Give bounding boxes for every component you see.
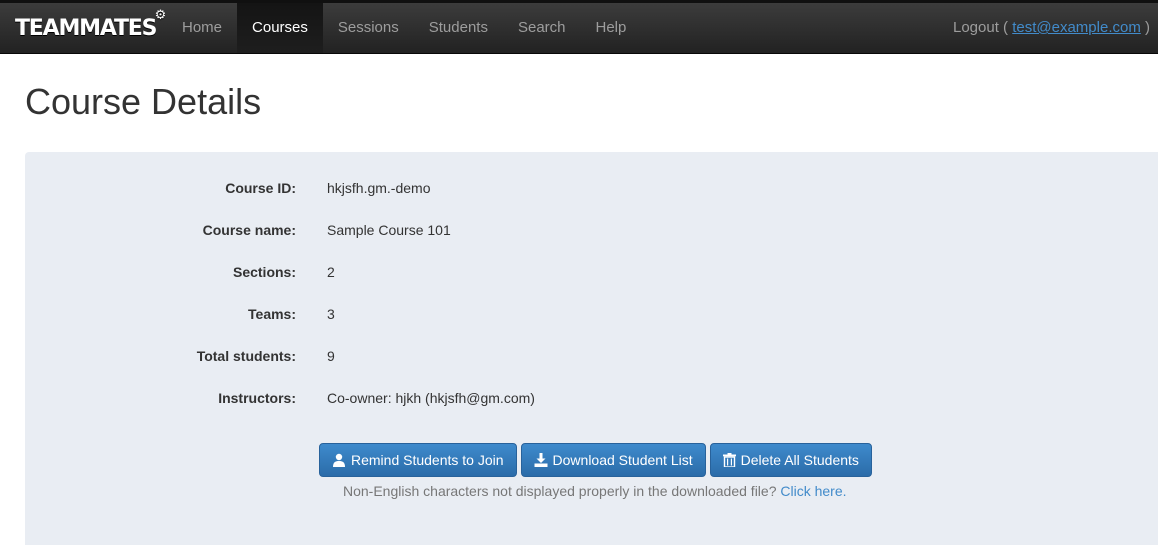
download-student-list-button[interactable]: Download Student List bbox=[520, 443, 706, 477]
download-icon bbox=[534, 453, 548, 467]
logout-link[interactable]: Logout ( bbox=[953, 19, 1008, 36]
delete-all-students-label: Delete All Students bbox=[740, 452, 859, 468]
detail-row-course-name: Course name: Sample Course 101 bbox=[25, 220, 1158, 240]
detail-label: Course ID: bbox=[225, 180, 296, 196]
detail-label: Sections: bbox=[232, 264, 296, 280]
download-student-list-label: Download Student List bbox=[552, 452, 693, 468]
remind-students-label: Remind Students to Join bbox=[351, 452, 504, 468]
nav-courses[interactable]: Courses bbox=[237, 3, 323, 53]
nav-students[interactable]: Students bbox=[414, 3, 503, 53]
nav-search[interactable]: Search bbox=[503, 3, 581, 53]
top-navbar: TEAMMATES ⚙ Home Courses Sessions Studen… bbox=[0, 0, 1158, 54]
detail-row-course-id: Course ID: hkjsfh.gm.-demo bbox=[25, 178, 1158, 198]
detail-row-instructors: Instructors: Co-owner: hjkh (hkjsfh@gm.c… bbox=[25, 388, 1158, 408]
detail-value: 3 bbox=[327, 306, 335, 322]
course-details-panel: Course ID: hkjsfh.gm.-demo Course name: … bbox=[25, 152, 1158, 545]
detail-label: Teams: bbox=[248, 306, 296, 322]
detail-value: 2 bbox=[327, 264, 335, 280]
nav-sessions[interactable]: Sessions bbox=[323, 3, 414, 53]
teammates-logo[interactable]: TEAMMATES ⚙ bbox=[15, 8, 166, 46]
page-title: Course Details bbox=[25, 81, 262, 122]
logout-suffix: ) bbox=[1145, 19, 1150, 36]
gear-icon: ⚙ bbox=[154, 8, 167, 23]
nav-home[interactable]: Home bbox=[167, 3, 237, 53]
download-help-note: Non-English characters not displayed pro… bbox=[343, 483, 847, 499]
detail-value: 9 bbox=[327, 348, 335, 364]
detail-value: hkjsfh.gm.-demo bbox=[327, 180, 431, 196]
click-here-link[interactable]: Click here. bbox=[780, 483, 846, 499]
delete-all-students-button[interactable]: Delete All Students bbox=[709, 443, 872, 477]
brand-text: TEAMMATES bbox=[15, 15, 157, 41]
detail-label: Instructors: bbox=[218, 390, 296, 406]
trash-icon bbox=[722, 453, 736, 467]
detail-row-teams: Teams: 3 bbox=[25, 304, 1158, 324]
detail-value: Co-owner: hjkh (hkjsfh@gm.com) bbox=[327, 390, 535, 406]
user-email-link[interactable]: test@example.com bbox=[1012, 19, 1141, 36]
action-buttons: Remind Students to Join Download Student… bbox=[319, 443, 872, 477]
logout-area: Logout ( test@example.com ) bbox=[953, 3, 1150, 53]
detail-label: Total students: bbox=[196, 348, 296, 364]
detail-row-total-students: Total students: 9 bbox=[25, 346, 1158, 366]
detail-value: Sample Course 101 bbox=[327, 222, 451, 238]
download-help-text: Non-English characters not displayed pro… bbox=[343, 483, 777, 499]
detail-label: Course name: bbox=[202, 222, 296, 238]
nav-help[interactable]: Help bbox=[581, 3, 642, 53]
nav-menu: Home Courses Sessions Students Search He… bbox=[167, 3, 641, 53]
user-icon bbox=[332, 453, 346, 467]
remind-students-button[interactable]: Remind Students to Join bbox=[319, 443, 517, 477]
detail-row-sections: Sections: 2 bbox=[25, 262, 1158, 282]
